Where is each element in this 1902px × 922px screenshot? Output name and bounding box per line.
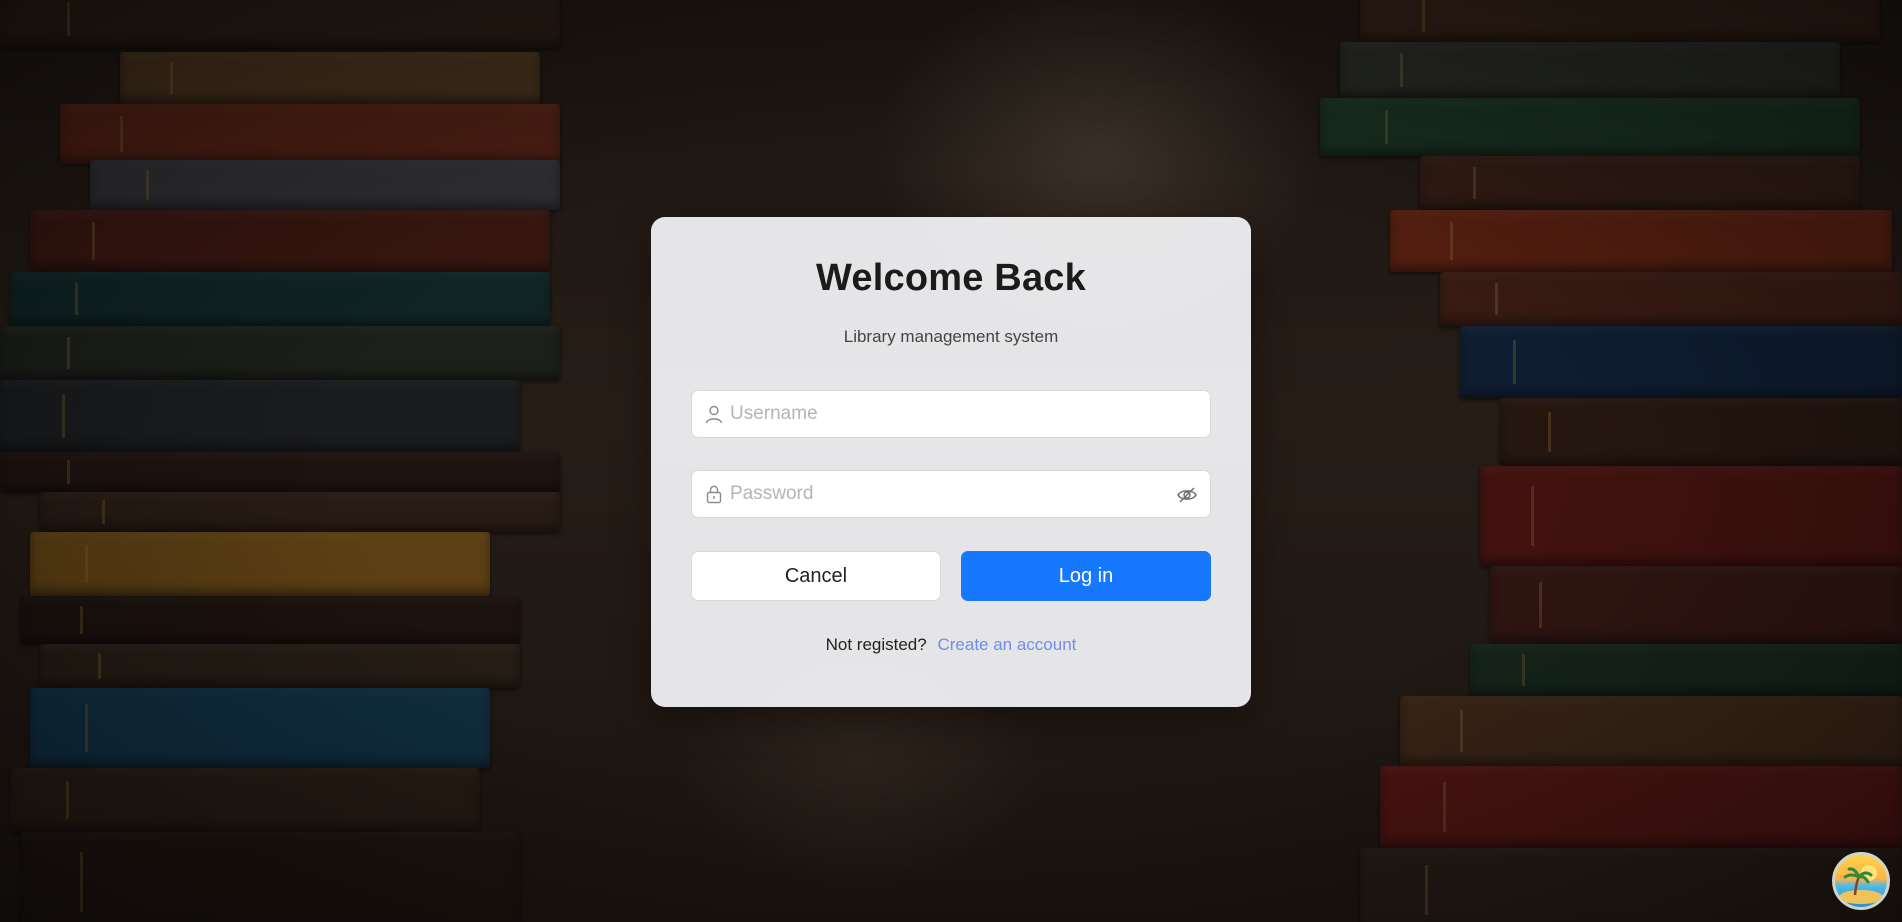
register-prompt: Not registed? Create an account: [651, 635, 1251, 655]
cancel-button[interactable]: Cancel: [691, 551, 941, 601]
username-field[interactable]: [691, 390, 1211, 438]
login-card: Welcome Back Library management system U…: [651, 217, 1251, 707]
password-input[interactable]: [730, 471, 1170, 517]
create-account-link[interactable]: Create an account: [937, 635, 1076, 654]
not-registered-text: Not registed?: [825, 635, 927, 654]
login-subtitle: Library management system: [843, 327, 1059, 346]
username-input[interactable]: [730, 391, 1170, 437]
login-title: Welcome Back: [816, 257, 1086, 299]
eye-slash-icon[interactable]: [1176, 484, 1198, 506]
login-button[interactable]: Log in: [961, 551, 1211, 601]
user-icon: [704, 404, 724, 424]
island-logo-icon[interactable]: [1832, 852, 1890, 910]
password-field[interactable]: [691, 470, 1211, 518]
lock-icon: [704, 484, 724, 504]
